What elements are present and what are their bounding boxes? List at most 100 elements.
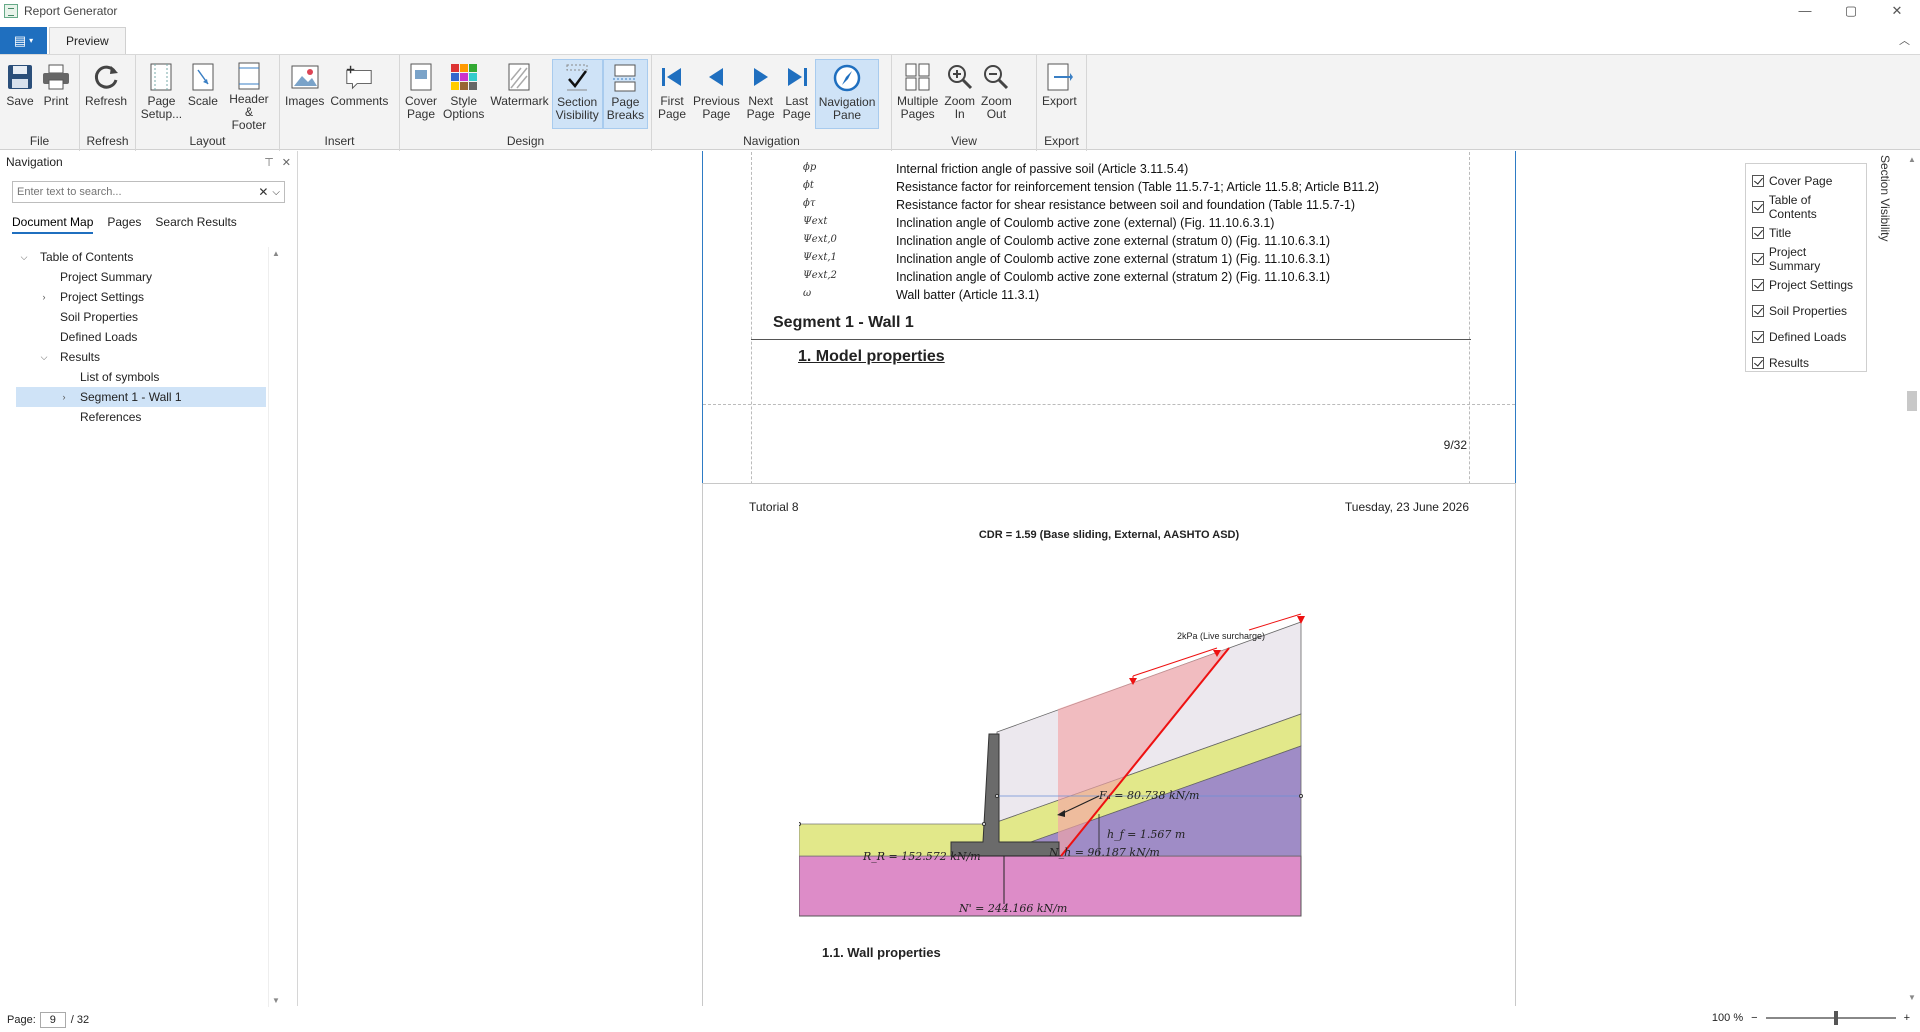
page-10: Tutorial 8 Tuesday, 23 June 2026 CDR = 1…: [702, 483, 1516, 1006]
document-viewer[interactable]: ϕp Internal friction angle of passive soi…: [299, 151, 1904, 1006]
title-bar: Report Generator — ▢ ✕: [0, 0, 1920, 22]
save-button[interactable]: Save: [2, 59, 38, 129]
tree-item-project-settings[interactable]: › Project Settings: [16, 287, 266, 307]
cover-page-button[interactable]: Cover Page: [402, 59, 440, 129]
tree-item-list-of-symbols[interactable]: List of symbols: [16, 367, 266, 387]
tree-item-references[interactable]: References: [16, 407, 266, 427]
checkbox-checked-icon: [1752, 279, 1764, 291]
first-page-icon: [657, 61, 687, 93]
minimize-button[interactable]: —: [1782, 0, 1828, 22]
search-input[interactable]: [17, 186, 255, 198]
clear-search-icon[interactable]: ✕: [258, 185, 268, 199]
tab-document-map[interactable]: Document Map: [12, 215, 94, 234]
chevron-down-icon[interactable]: ⌵: [38, 347, 50, 367]
page-label: Page:: [7, 1014, 36, 1026]
scale-button[interactable]: Scale: [185, 59, 221, 129]
last-page-button[interactable]: Last Page: [779, 59, 815, 129]
export-icon: [1044, 61, 1074, 93]
tree-item-defined-loads[interactable]: Defined Loads: [16, 327, 266, 347]
tab-search-results[interactable]: Search Results: [155, 215, 236, 234]
tab-pages[interactable]: Pages: [107, 215, 141, 234]
section-toggle-results[interactable]: Results: [1752, 350, 1860, 376]
first-page-button[interactable]: First Page: [654, 59, 690, 129]
pin-icon[interactable]: ⊤: [264, 157, 274, 169]
group-label-view: View: [951, 134, 977, 148]
images-icon: [290, 61, 320, 93]
zoom-in-small-icon[interactable]: +: [1904, 1012, 1910, 1024]
images-button[interactable]: Images: [282, 59, 327, 129]
collapse-ribbon-icon[interactable]: ︿: [1899, 32, 1910, 48]
header-footer-icon: [234, 61, 264, 91]
close-button[interactable]: ✕: [1874, 0, 1920, 22]
group-label-layout: Layout: [189, 134, 226, 148]
print-button[interactable]: Print: [38, 59, 74, 129]
nav-search-box: ✕ ⌵: [12, 181, 285, 203]
comments-button[interactable]: Comments: [327, 59, 391, 129]
page-breaks-icon: [610, 62, 640, 94]
tab-preview[interactable]: Preview: [49, 27, 126, 54]
n-label: N' = 244.166 kN/m: [958, 902, 1067, 915]
refresh-icon: [91, 61, 121, 93]
tree-item-segment-1-wall-1[interactable]: › Segment 1 - Wall 1: [16, 387, 266, 407]
tree-item-results[interactable]: ⌵ Results: [16, 347, 266, 367]
chevron-right-icon[interactable]: ›: [58, 387, 70, 407]
page-number-input[interactable]: 9: [39, 1012, 66, 1028]
section-toggle-project-settings[interactable]: Project Settings: [1752, 272, 1860, 298]
tree-item-project-summary[interactable]: Project Summary: [16, 267, 266, 287]
zoom-control: 100 % − +: [1712, 1011, 1910, 1025]
document-scrollbar[interactable]: ▲ ▼: [1904, 151, 1920, 1006]
scroll-up-icon: ▲: [1908, 155, 1916, 164]
comments-icon: [344, 61, 374, 93]
zoom-out-small-icon[interactable]: −: [1751, 1012, 1757, 1024]
file-menu-button[interactable]: ▤ ▾: [0, 27, 47, 54]
group-view: Multiple Pages Zoom In Zoom Out View: [892, 55, 1037, 151]
tree-item-table-of-contents[interactable]: ⌵ Table of Contents: [16, 247, 266, 267]
page-breaks-button[interactable]: Page Breaks: [602, 59, 649, 129]
app-icon: [4, 4, 18, 18]
cover-page-icon: [406, 61, 436, 93]
page-setup-button[interactable]: Page Setup...: [138, 59, 185, 129]
refresh-button[interactable]: Refresh: [82, 59, 130, 129]
multiple-pages-button[interactable]: Multiple Pages: [894, 59, 941, 129]
menu-icon: ▤: [13, 32, 27, 48]
nav-title: Navigation: [6, 155, 63, 169]
tree-scrollbar[interactable]: ▲ ▼: [268, 247, 282, 1007]
hf-label: h_f = 1.567 m: [1107, 828, 1185, 841]
group-label-refresh: Refresh: [86, 134, 129, 148]
chevron-right-icon[interactable]: ›: [38, 287, 50, 307]
checkbox-checked-icon: [1752, 253, 1764, 265]
watermark-button[interactable]: Watermark: [487, 59, 551, 129]
section-toggle-soil-properties[interactable]: Soil Properties: [1752, 298, 1860, 324]
section-visibility-tab[interactable]: Section Visibility: [1878, 155, 1898, 275]
compass-icon: [832, 62, 862, 94]
group-refresh: Refresh Refresh: [80, 55, 136, 151]
close-icon[interactable]: ✕: [282, 157, 291, 169]
rr-label: R_R = 152.572 kN/m: [862, 850, 981, 863]
section-toggle-cover-page[interactable]: Cover Page: [1752, 168, 1860, 194]
section-toggle-defined-loads[interactable]: Defined Loads: [1752, 324, 1860, 350]
zoom-out-button[interactable]: Zoom Out: [978, 59, 1015, 129]
next-page-button[interactable]: Next Page: [743, 59, 779, 129]
checkbox-checked-icon: [1752, 201, 1764, 213]
style-options-button[interactable]: Style Options: [440, 59, 487, 129]
zoom-slider-knob[interactable]: [1833, 1011, 1838, 1025]
checkbox-checked-icon: [1752, 357, 1764, 369]
navigation-pane-button[interactable]: Navigation Pane: [814, 59, 880, 129]
tree-item-soil-properties[interactable]: Soil Properties: [16, 307, 266, 327]
section-visibility-panel: Cover Page Table of Contents Title Proje…: [1745, 163, 1867, 372]
section-toggle-title[interactable]: Title: [1752, 220, 1860, 246]
section-toggle-table-of-contents[interactable]: Table of Contents: [1752, 193, 1860, 221]
section-visibility-button[interactable]: Section Visibility: [551, 59, 603, 129]
zoom-slider[interactable]: [1765, 1011, 1896, 1025]
print-icon: [41, 61, 71, 93]
previous-page-button[interactable]: Previous Page: [690, 59, 743, 129]
chevron-down-icon[interactable]: ⌵: [18, 247, 30, 267]
section-toggle-project-summary[interactable]: Project Summary: [1752, 245, 1860, 273]
restore-button[interactable]: ▢: [1828, 0, 1874, 22]
export-button[interactable]: Export: [1039, 59, 1080, 129]
status-bar: Page: 9 / 32 100 % − +: [0, 1008, 1920, 1032]
chevron-down-icon[interactable]: ⌵: [272, 187, 280, 198]
zoom-in-button[interactable]: Zoom In: [941, 59, 978, 129]
header-footer-button[interactable]: Header & Footer: [221, 59, 277, 132]
scroll-thumb[interactable]: [1907, 391, 1917, 411]
